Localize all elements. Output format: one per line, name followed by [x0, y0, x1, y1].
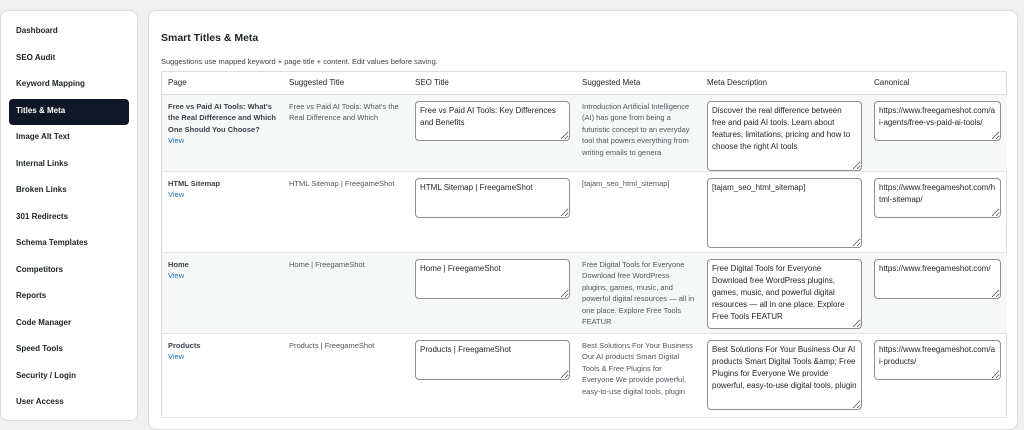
sidebar-item-internal-links[interactable]: Internal Links [9, 152, 129, 179]
table-header-row: Page Suggested Title SEO Title Suggested… [162, 72, 1007, 95]
canonical-field[interactable]: https://www.freegameshot.com/ [874, 258, 1001, 299]
suggested-title-cell: Products | FreegameShot [283, 333, 409, 418]
meta-description-field[interactable]: Best Solutions For Your Business Our AI … [707, 339, 862, 410]
sidebar-item-schema-templates[interactable]: Schema Templates [9, 231, 129, 258]
suggested-title-cell: Free vs Paid AI Tools: What's the Real D… [283, 94, 409, 172]
seo-title-field[interactable]: Home | FreegameShot [415, 258, 570, 299]
suggested-meta-cell: Free Digital Tools for Everyone Download… [576, 252, 701, 334]
canonical-cell: https://www.freegameshot.com/ai-agents/f… [868, 94, 1007, 172]
seo-title-field[interactable]: HTML Sitemap | FreegameShot [415, 177, 570, 218]
seo-title-field[interactable]: Free vs Paid AI Tools: Key Differences a… [415, 100, 570, 141]
canonical-field[interactable]: https://www.freegameshot.com/ai-products… [874, 339, 1001, 380]
page-cell: HTML Sitemap View [162, 171, 283, 253]
sidebar-item-titles-meta[interactable]: Titles & Meta [9, 98, 129, 125]
page-name: Home [168, 259, 189, 269]
column-header-suggested-meta: Suggested Meta [576, 72, 701, 95]
meta-description-cell: Best Solutions For Your Business Our AI … [701, 333, 868, 418]
view-link[interactable]: View [168, 270, 277, 282]
meta-table-wrapper: Page Suggested Title SEO Title Suggested… [161, 71, 1007, 418]
meta-table: Page Suggested Title SEO Title Suggested… [162, 72, 1007, 418]
seo-title-cell: Products | FreegameShot [409, 333, 576, 418]
sidebar-item-image-alt-text[interactable]: Image Alt Text [9, 125, 129, 152]
column-header-canonical: Canonical [868, 72, 1007, 95]
sidebar-item-dashboard[interactable]: Dashboard [9, 19, 129, 46]
meta-description-cell: Free Digital Tools for Everyone Download… [701, 252, 868, 334]
sidebar-item-301-redirects[interactable]: 301 Redirects [9, 205, 129, 232]
canonical-cell: https://www.freegameshot.com/html-sitema… [868, 171, 1007, 253]
canonical-field[interactable]: https://www.freegameshot.com/ai-agents/f… [874, 100, 1001, 141]
suggested-meta-cell: Best Solutions For Your Business Our AI … [576, 333, 701, 418]
sidebar-item-user-access[interactable]: User Access [9, 390, 129, 417]
sidebar-item-seo-audit[interactable]: SEO Audit [9, 46, 129, 73]
main-panel: Smart Titles & Meta Suggestions use mapp… [148, 10, 1018, 430]
column-header-seo-title: SEO Title [409, 72, 576, 95]
page-cell: Free vs Paid AI Tools: What's the Real D… [162, 94, 283, 172]
canonical-field[interactable]: https://www.freegameshot.com/html-sitema… [874, 177, 1001, 218]
view-link[interactable]: View [168, 135, 277, 147]
table-row: Free vs Paid AI Tools: What's the Real D… [162, 94, 1007, 172]
seo-title-cell: HTML Sitemap | FreegameShot [409, 171, 576, 253]
meta-description-cell: Discover the real difference between fre… [701, 94, 868, 172]
meta-description-cell: [tajam_seo_html_sitemap] [701, 171, 868, 253]
page-name: Free vs Paid AI Tools: What's the Real D… [168, 101, 276, 134]
meta-description-field[interactable]: Free Digital Tools for Everyone Download… [707, 258, 862, 329]
sidebar-item-speed-tools[interactable]: Speed Tools [9, 337, 129, 364]
page-title: Smart Titles & Meta [161, 32, 259, 44]
canonical-cell: https://www.freegameshot.com/ai-products… [868, 333, 1007, 418]
sidebar-item-reports[interactable]: Reports [9, 284, 129, 311]
meta-description-field[interactable]: Discover the real difference between fre… [707, 100, 862, 171]
seo-title-field[interactable]: Products | FreegameShot [415, 339, 570, 380]
column-header-suggested-title: Suggested Title [283, 72, 409, 95]
column-header-page: Page [162, 72, 283, 95]
canonical-cell: https://www.freegameshot.com/ [868, 252, 1007, 334]
view-link[interactable]: View [168, 189, 277, 201]
sidebar-item-keyword-mapping[interactable]: Keyword Mapping [9, 72, 129, 99]
sidebar-item-competitors[interactable]: Competitors [9, 258, 129, 285]
sidebar-item-code-manager[interactable]: Code Manager [9, 311, 129, 338]
column-header-meta-description: Meta Description [701, 72, 868, 95]
seo-title-cell: Home | FreegameShot [409, 252, 576, 334]
page-cell: Products View [162, 333, 283, 418]
page-name: HTML Sitemap [168, 178, 220, 188]
suggested-title-cell: Home | FreegameShot [283, 252, 409, 334]
sidebar-item-security-login[interactable]: Security / Login [9, 364, 129, 391]
page-cell: Home View [162, 252, 283, 334]
sidebar: Dashboard SEO Audit Keyword Mapping Titl… [0, 10, 138, 421]
table-row: Products View Products | FreegameShot Pr… [162, 333, 1007, 418]
view-link[interactable]: View [168, 351, 277, 363]
suggested-meta-cell: Introduction Artificial Intelligence (AI… [576, 94, 701, 172]
table-row: Home View Home | FreegameShot Home | Fre… [162, 252, 1007, 334]
page-subtitle: Suggestions use mapped keyword + page ti… [161, 57, 438, 66]
meta-description-field[interactable]: [tajam_seo_html_sitemap] [707, 177, 862, 248]
suggested-title-cell: HTML Sitemap | FreegameShot [283, 171, 409, 253]
page-name: Products [168, 340, 201, 350]
sidebar-item-broken-links[interactable]: Broken Links [9, 178, 129, 205]
suggested-meta-cell: [tajam_seo_html_sitemap] [576, 171, 701, 253]
seo-title-cell: Free vs Paid AI Tools: Key Differences a… [409, 94, 576, 172]
table-row: HTML Sitemap View HTML Sitemap | Freegam… [162, 171, 1007, 253]
